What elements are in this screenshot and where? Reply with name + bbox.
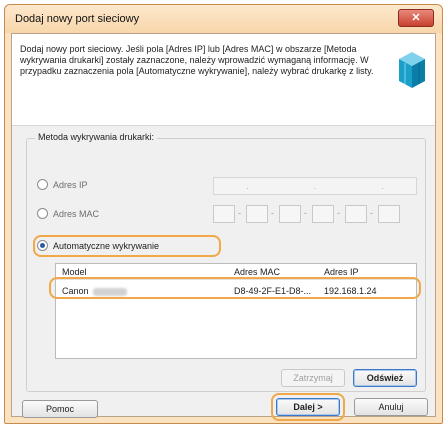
detection-method-group: Metoda wykrywania drukarki: Adres IP . .… [26, 132, 426, 392]
column-ip[interactable]: Adres IP [324, 267, 359, 277]
column-model[interactable]: Model [62, 267, 87, 277]
mac-octet-field [213, 205, 235, 223]
help-button[interactable]: Pomoc [22, 400, 98, 418]
mac-octet-field [279, 205, 301, 223]
close-button[interactable]: ✕ [398, 9, 434, 27]
ip-dot: . [313, 181, 317, 191]
refresh-button[interactable]: Odśwież [353, 369, 417, 387]
mac-octet-field [378, 205, 400, 223]
cancel-button[interactable]: Anuluj [354, 398, 428, 416]
window-title: Dodaj nowy port sieciowy [15, 13, 140, 25]
dialog-window: Dodaj nowy port sieciowy ✕ Dodaj nowy po… [4, 4, 443, 424]
dialog-body: Dodaj nowy port sieciowy. Jeśli pola [Ad… [11, 33, 436, 421]
mac-octet-field [312, 205, 334, 223]
radio-mac-circle[interactable] [37, 208, 48, 219]
highlight-auto-detect [33, 235, 221, 257]
radio-ip-label: Adres IP [53, 179, 88, 190]
mac-separator: - [337, 208, 340, 218]
mac-separator: - [238, 208, 241, 218]
mac-separator: - [304, 208, 307, 218]
ip-address-field: . . . [213, 177, 417, 195]
mac-octet-field [246, 205, 268, 223]
mac-separator: - [271, 208, 274, 218]
header-panel: Dodaj nowy port sieciowy. Jeśli pola [Ad… [12, 34, 435, 126]
ip-dot: . [381, 181, 384, 191]
mac-separator: - [370, 208, 373, 218]
highlight-next-button [271, 393, 345, 421]
radio-ip-circle[interactable] [37, 179, 48, 190]
radio-mac-address[interactable]: Adres MAC [37, 208, 99, 219]
network-port-icon [399, 52, 425, 88]
column-mac[interactable]: Adres MAC [234, 267, 280, 277]
detection-method-label: Metoda wykrywania drukarki: [35, 132, 158, 142]
stop-button[interactable]: Zatrzymaj [281, 369, 345, 387]
radio-ip-address[interactable]: Adres IP [37, 179, 88, 190]
description-text: Dodaj nowy port sieciowy. Jeśli pola [Ad… [20, 44, 374, 76]
mac-octet-field [345, 205, 367, 223]
highlight-printer-row [49, 277, 421, 299]
ip-dot: . [246, 181, 249, 191]
title-bar: Dodaj nowy port sieciowy ✕ [5, 5, 442, 33]
radio-mac-label: Adres MAC [53, 208, 100, 219]
